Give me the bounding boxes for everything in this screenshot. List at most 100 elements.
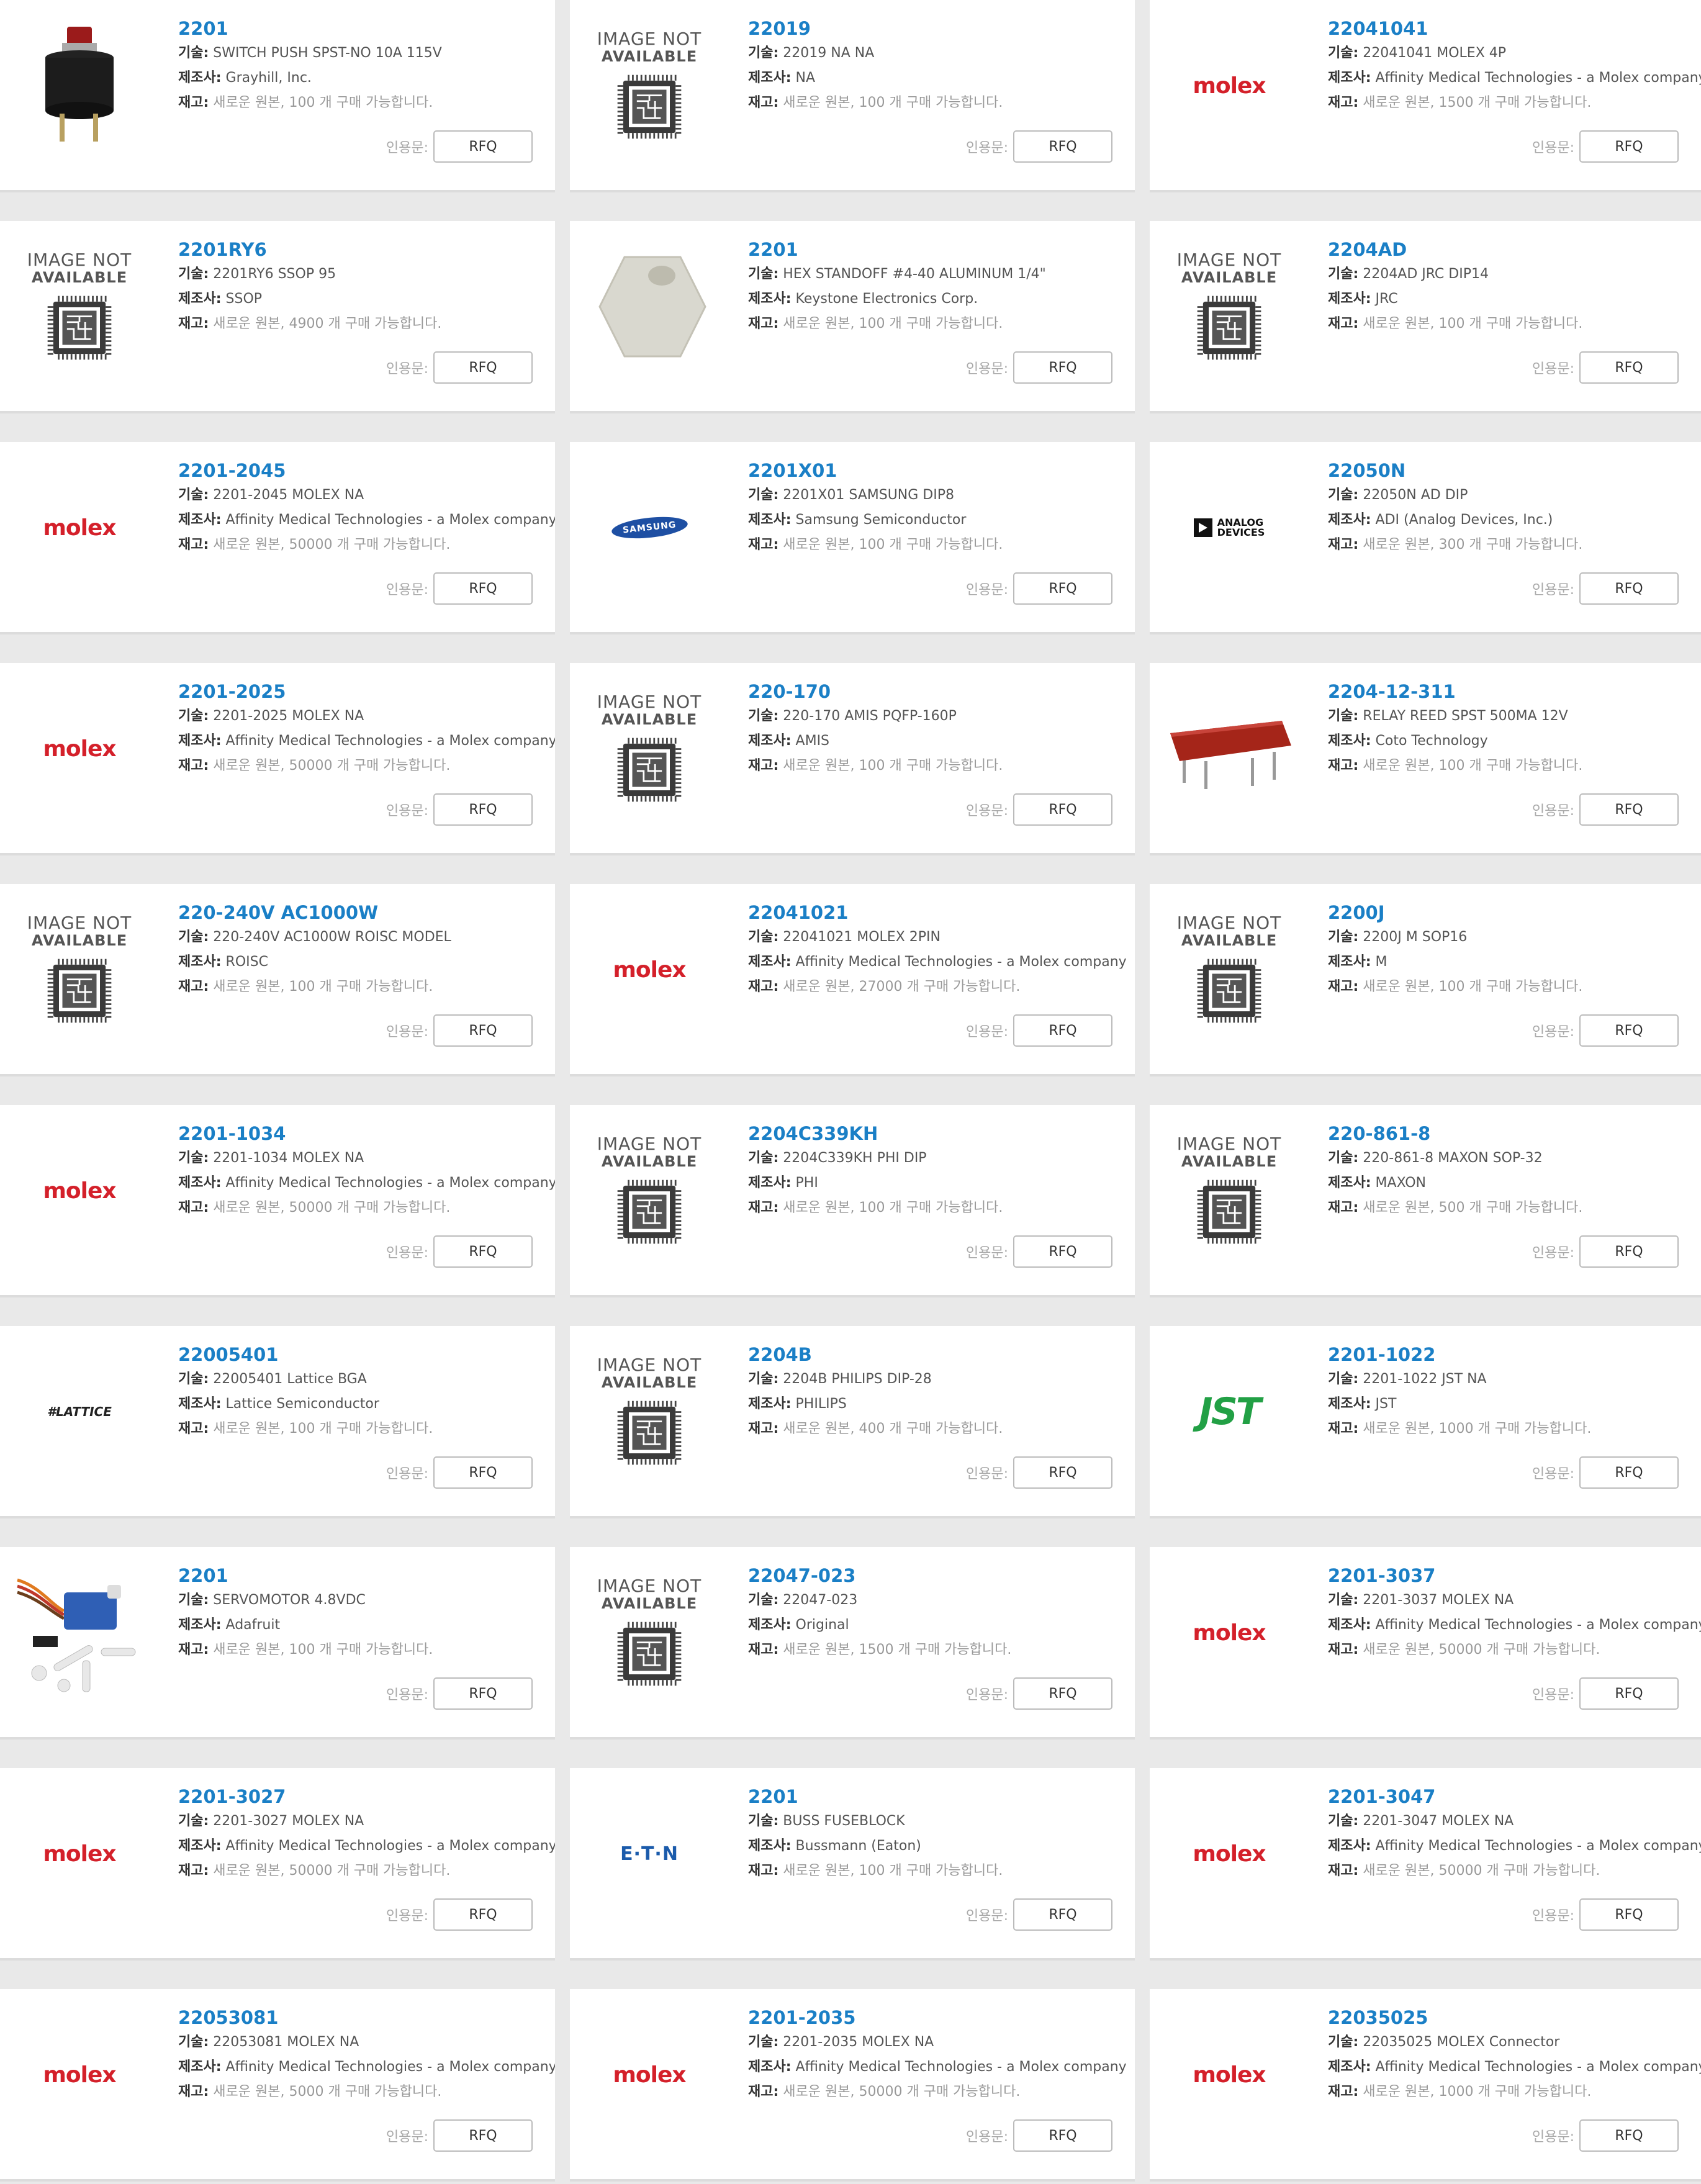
product-image[interactable]: IMAGE NOT AVAILABLE bbox=[582, 682, 716, 816]
part-number-link[interactable]: 2201-3037 bbox=[1328, 1563, 1701, 1588]
part-number-link[interactable]: 2201X01 bbox=[748, 458, 1135, 483]
rfq-button[interactable]: RFQ bbox=[1579, 351, 1679, 384]
part-number-link[interactable]: 2204AD bbox=[1328, 237, 1701, 262]
rfq-button[interactable]: RFQ bbox=[1013, 1677, 1112, 1710]
rfq-button[interactable]: RFQ bbox=[1579, 793, 1679, 826]
stock-label: 재고: bbox=[1328, 537, 1359, 553]
manufacturer-label: 제조사: bbox=[178, 1175, 222, 1191]
part-number-link[interactable]: 2200J bbox=[1328, 900, 1701, 925]
part-number-link[interactable]: 2201 bbox=[748, 1784, 1135, 1809]
product-image[interactable]: molex bbox=[12, 682, 147, 816]
product-image[interactable]: ANALOG DEVICES bbox=[1162, 461, 1296, 595]
product-image[interactable]: molex bbox=[1162, 2008, 1296, 2142]
rfq-button[interactable]: RFQ bbox=[433, 793, 533, 826]
rfq-button[interactable]: RFQ bbox=[433, 1014, 533, 1047]
rfq-button[interactable]: RFQ bbox=[1579, 1014, 1679, 1047]
product-image[interactable] bbox=[12, 1566, 147, 1700]
rfq-button[interactable]: RFQ bbox=[1013, 1014, 1112, 1047]
product-image[interactable]: molex bbox=[12, 1124, 147, 1258]
manufacturer-label: 제조사: bbox=[1328, 512, 1371, 528]
part-number-link[interactable]: 22019 bbox=[748, 16, 1135, 41]
part-number-link[interactable]: 220-170 bbox=[748, 679, 1135, 704]
part-number-link[interactable]: 22053081 bbox=[178, 2005, 555, 2030]
quote-area: 인용문: RFQ bbox=[1532, 2119, 1679, 2152]
product-image[interactable]: molex bbox=[12, 2008, 147, 2142]
product-image[interactable]: molex bbox=[582, 903, 716, 1037]
rfq-button[interactable]: RFQ bbox=[1013, 793, 1112, 826]
rfq-button[interactable]: RFQ bbox=[1013, 1456, 1112, 1489]
part-number-link[interactable]: 2201-2045 bbox=[178, 458, 555, 483]
manufacturer-value: Adafruit bbox=[225, 1617, 281, 1633]
rfq-button[interactable]: RFQ bbox=[1013, 572, 1112, 605]
manufacturer-row: 제조사: AMIS bbox=[748, 729, 1135, 754]
rfq-button[interactable]: RFQ bbox=[433, 1898, 533, 1931]
part-number-link[interactable]: 22041021 bbox=[748, 900, 1135, 925]
rfq-button[interactable]: RFQ bbox=[1579, 130, 1679, 163]
part-number-link[interactable]: 2201 bbox=[178, 16, 555, 41]
rfq-button[interactable]: RFQ bbox=[1013, 1235, 1112, 1268]
part-number-link[interactable]: 2201-1034 bbox=[178, 1121, 555, 1146]
part-number-link[interactable]: 2201-2035 bbox=[748, 2005, 1135, 2030]
part-number-link[interactable]: 2201-1022 bbox=[1328, 1342, 1701, 1367]
product-card: molex 22041021 기술: 22041021 MOLEX 2PIN 제… bbox=[570, 884, 1135, 1076]
rfq-button[interactable]: RFQ bbox=[1579, 2119, 1679, 2152]
part-number-link[interactable]: 22005401 bbox=[178, 1342, 555, 1367]
part-number-link[interactable]: 2201 bbox=[178, 1563, 555, 1588]
part-number-link[interactable]: 22041041 bbox=[1328, 16, 1701, 41]
product-image[interactable]: IMAGE NOT AVAILABLE bbox=[12, 903, 147, 1037]
product-image[interactable]: IMAGE NOT AVAILABLE bbox=[1162, 903, 1296, 1037]
rfq-button[interactable]: RFQ bbox=[1579, 1235, 1679, 1268]
rfq-button[interactable]: RFQ bbox=[433, 572, 533, 605]
rfq-button[interactable]: RFQ bbox=[1579, 572, 1679, 605]
rfq-button[interactable]: RFQ bbox=[433, 1235, 533, 1268]
rfq-button[interactable]: RFQ bbox=[433, 1456, 533, 1489]
stock-suffix: 개 구매 가능합니다. bbox=[1486, 1863, 1600, 1879]
product-image[interactable]: E·T·N bbox=[582, 1787, 716, 1921]
product-image[interactable] bbox=[12, 19, 147, 153]
product-image[interactable]: IMAGE NOT AVAILABLE bbox=[12, 240, 147, 374]
product-image[interactable]: molex bbox=[1162, 19, 1296, 153]
product-image[interactable]: IMAGE NOT AVAILABLE bbox=[582, 1124, 716, 1258]
product-image[interactable]: molex bbox=[1162, 1566, 1296, 1700]
product-image[interactable]: IMAGE NOT AVAILABLE bbox=[582, 1566, 716, 1700]
product-image[interactable]: IMAGE NOT AVAILABLE bbox=[582, 19, 716, 153]
description-value: 2201-3027 MOLEX NA bbox=[213, 1813, 364, 1829]
part-number-link[interactable]: 2204C339KH bbox=[748, 1121, 1135, 1146]
part-number-link[interactable]: 2204B bbox=[748, 1342, 1135, 1367]
part-number-link[interactable]: 2201 bbox=[748, 237, 1135, 262]
part-number-link[interactable]: 22050N bbox=[1328, 458, 1701, 483]
product-image[interactable]: SAMSUNG bbox=[582, 461, 716, 595]
part-number-link[interactable]: 22035025 bbox=[1328, 2005, 1701, 2030]
product-image[interactable]: molex bbox=[1162, 1787, 1296, 1921]
part-number-link[interactable]: 2201-2025 bbox=[178, 679, 555, 704]
product-image[interactable]: molex bbox=[12, 461, 147, 595]
part-number-link[interactable]: 2204-12-311 bbox=[1328, 679, 1701, 704]
part-number-link[interactable]: 2201-3027 bbox=[178, 1784, 555, 1809]
product-image[interactable]: molex bbox=[582, 2008, 716, 2142]
part-number-link[interactable]: 220-861-8 bbox=[1328, 1121, 1701, 1146]
part-number-link[interactable]: 22047-023 bbox=[748, 1563, 1135, 1588]
rfq-button[interactable]: RFQ bbox=[1013, 351, 1112, 384]
product-image[interactable]: JST bbox=[1162, 1345, 1296, 1479]
product-image[interactable]: IMAGE NOT AVAILABLE bbox=[1162, 240, 1296, 374]
rfq-button[interactable]: RFQ bbox=[433, 2119, 533, 2152]
rfq-button[interactable]: RFQ bbox=[1013, 2119, 1112, 2152]
rfq-button[interactable]: RFQ bbox=[1013, 130, 1112, 163]
product-image[interactable]: IMAGE NOT AVAILABLE bbox=[582, 1345, 716, 1479]
rfq-button[interactable]: RFQ bbox=[433, 1677, 533, 1710]
rfq-button[interactable]: RFQ bbox=[433, 130, 533, 163]
rfq-button[interactable]: RFQ bbox=[1579, 1677, 1679, 1710]
part-number-link[interactable]: 2201-3047 bbox=[1328, 1784, 1701, 1809]
product-image[interactable] bbox=[582, 240, 716, 374]
part-number-link[interactable]: 2201RY6 bbox=[178, 237, 555, 262]
product-image[interactable]: IMAGE NOT AVAILABLE bbox=[1162, 1124, 1296, 1258]
rfq-button[interactable]: RFQ bbox=[1579, 1898, 1679, 1931]
product-image[interactable]: #LATTICE bbox=[12, 1345, 147, 1479]
part-number-link[interactable]: 220-240V AC1000W bbox=[178, 900, 555, 925]
product-image[interactable]: molex bbox=[12, 1787, 147, 1921]
rfq-button[interactable]: RFQ bbox=[1013, 1898, 1112, 1931]
rfq-button[interactable]: RFQ bbox=[433, 351, 533, 384]
quote-area: 인용문: RFQ bbox=[966, 351, 1112, 384]
rfq-button[interactable]: RFQ bbox=[1579, 1456, 1679, 1489]
product-image[interactable] bbox=[1162, 682, 1296, 816]
